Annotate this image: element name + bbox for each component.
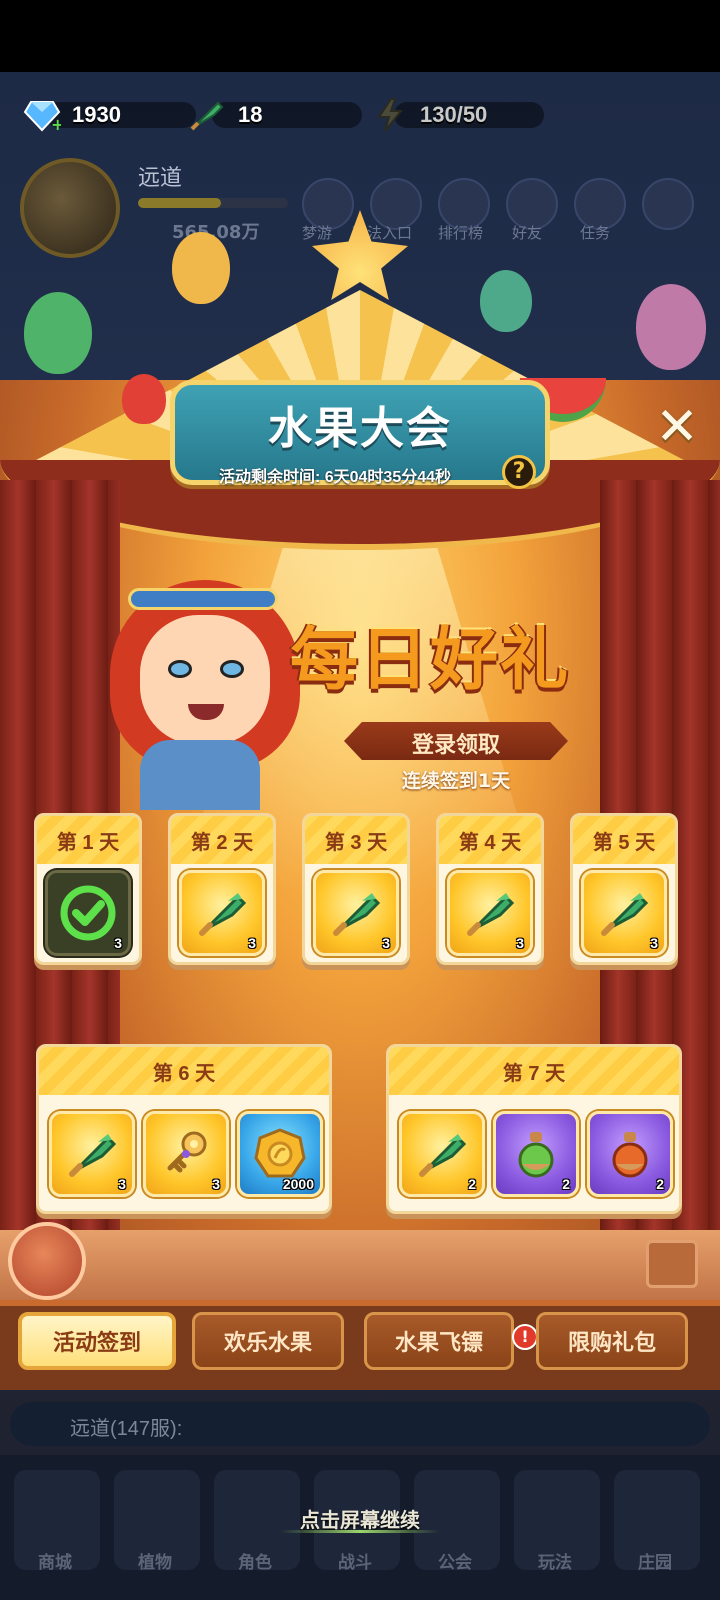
menu-label-leaderboard: 排行榜 [438,225,484,242]
nav-label-character: 角色 [238,1553,272,1573]
reward-qty: 3 [248,935,256,951]
reward-qty: 2 [468,1176,476,1192]
day-card-5[interactable]: 第 5 天 3 [570,813,678,965]
nav-label-battle: 战斗 [338,1553,372,1573]
day-card-4[interactable]: 第 4 天 3 [436,813,544,965]
day-label: 第 1 天 [56,832,120,854]
reward-qty: 3 [516,935,524,951]
day-label: 第 5 天 [592,832,656,854]
lightning-icon [368,96,412,134]
reward-qty: 2 [656,1176,664,1192]
chat-text: 远道(147服): [70,1418,183,1440]
reward-slot: 3 [179,870,265,956]
dart-count: 18 [238,102,263,127]
day-card-7[interactable]: 第 7 天 2 2 2 [386,1044,682,1214]
reward-slot: 3 [143,1111,229,1197]
tab-label: 限购礼包 [567,1330,656,1355]
gem-counter[interactable]: + 1930 [20,96,196,134]
reward-qty: 3 [382,935,390,951]
crate-icon [646,1240,698,1288]
close-button[interactable]: ✕ [652,397,702,457]
tab-label: 欢乐水果 [223,1330,312,1355]
tab-label: 活动签到 [52,1330,141,1355]
strawberry-icon [122,374,166,424]
help-button[interactable]: ? [502,455,536,489]
status-bar [0,0,720,72]
reward-slot: 3 [313,870,399,956]
reward-slot: 3 [447,870,533,956]
character-eye [220,660,244,678]
reward-slot: 3 [581,870,667,956]
alert-badge: ! [512,1324,538,1350]
balloon-icon [24,292,92,374]
day-label: 第 2 天 [190,832,254,854]
login-claim-label: 登录领取 [411,733,500,758]
tab-daily-signin[interactable]: 活动签到 [18,1312,176,1370]
reward-slot: 3 [45,870,131,956]
balloon-icon [636,284,706,370]
reward-qty: 3 [118,1176,126,1192]
day-label: 第 7 天 [502,1063,566,1085]
player-exp-bar [138,198,288,208]
continue-underline [280,1530,440,1533]
menu-label-tasks: 任务 [580,225,611,242]
stage-floor [0,1230,720,1300]
daily-gift-title: 每日好礼 [290,622,571,698]
character-eye [168,660,192,678]
reward-qty: 3 [212,1176,220,1192]
reward-slot: 2000 [237,1111,323,1197]
nav-label-manor: 庄园 [638,1553,672,1573]
reward-qty: 3 [650,935,658,951]
reward-slot: 2 [493,1111,579,1197]
balloon-icon [480,270,532,332]
reward-qty: 2 [562,1176,570,1192]
reward-qty: 3 [114,935,122,951]
tab-fruit-darts[interactable]: 水果飞镖 [364,1312,514,1370]
nav-label-plants: 植物 [138,1553,172,1573]
menu-label-dream: 梦游 [302,225,333,242]
more-button[interactable] [642,178,694,230]
day-card-6[interactable]: 第 6 天 3 3 2000 [36,1044,332,1214]
day-card-1[interactable]: 第 1 天 3 [34,813,142,965]
energy-count: 130/50 [420,102,488,127]
character-body [140,740,260,810]
day-label: 第 6 天 [152,1063,216,1085]
nav-label-guild: 公会 [438,1553,472,1573]
character-headband [128,588,278,610]
day-card-2[interactable]: 第 2 天 3 [168,813,276,965]
nav-label-gameplay: 玩法 [538,1553,572,1573]
energy-counter[interactable]: 130/50 [368,96,544,134]
player-avatar[interactable] [20,158,120,258]
reward-slot: 2 [587,1111,673,1197]
tap-to-continue[interactable]: 点击屏幕继续 [0,1504,720,1533]
dart-counter[interactable]: 18 [186,96,362,134]
day-label: 第 3 天 [324,832,388,854]
dart-icon [186,96,230,134]
tab-happy-fruit[interactable]: 欢乐水果 [192,1312,344,1370]
gem-icon: + [20,96,64,134]
event-timer: 活动剩余时间: 6天04时35分44秒 [218,469,452,486]
svg-text:+: + [51,115,61,132]
reward-qty: 2000 [282,1176,314,1192]
day-label: 第 4 天 [458,832,522,854]
character-face [140,615,270,745]
tab-limited-pack[interactable]: 限购礼包 [536,1312,688,1370]
reward-slot: 3 [49,1111,135,1197]
menu-label-friends: 好友 [512,225,543,242]
player-name: 远道 [138,165,183,190]
nav-label-shop: 商城 [38,1553,72,1573]
tab-label: 水果飞镖 [394,1330,483,1355]
day-card-3[interactable]: 第 3 天 3 [302,813,410,965]
gem-count: 1930 [72,102,121,127]
reward-slot: 2 [399,1111,485,1197]
event-title: 水果大会 [268,404,452,453]
balloon-icon [172,232,230,304]
signin-streak: 连续签到1天 [401,770,511,792]
refresh-button[interactable] [8,1222,86,1300]
